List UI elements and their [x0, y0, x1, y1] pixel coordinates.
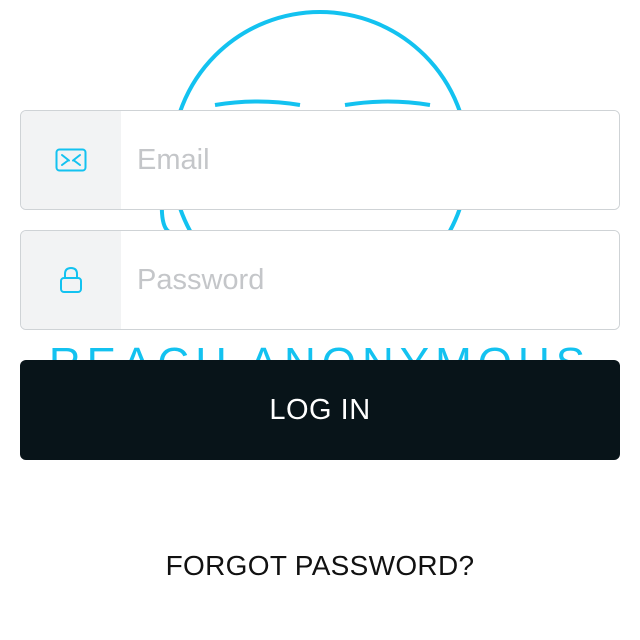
- forgot-password-link[interactable]: FORGOT PASSWORD?: [0, 550, 640, 582]
- login-screen: REACH ANONYMOUS LOG IN FORGOT PASSWORD?: [0, 0, 640, 640]
- password-input[interactable]: [121, 231, 619, 329]
- login-button[interactable]: LOG IN: [20, 360, 620, 460]
- lock-icon: [60, 266, 82, 293]
- email-field[interactable]: [20, 110, 620, 210]
- envelope-icon: [55, 148, 87, 172]
- email-input[interactable]: [121, 111, 619, 209]
- password-field[interactable]: [20, 230, 620, 330]
- email-icon-box: [21, 111, 121, 209]
- password-icon-box: [21, 231, 121, 329]
